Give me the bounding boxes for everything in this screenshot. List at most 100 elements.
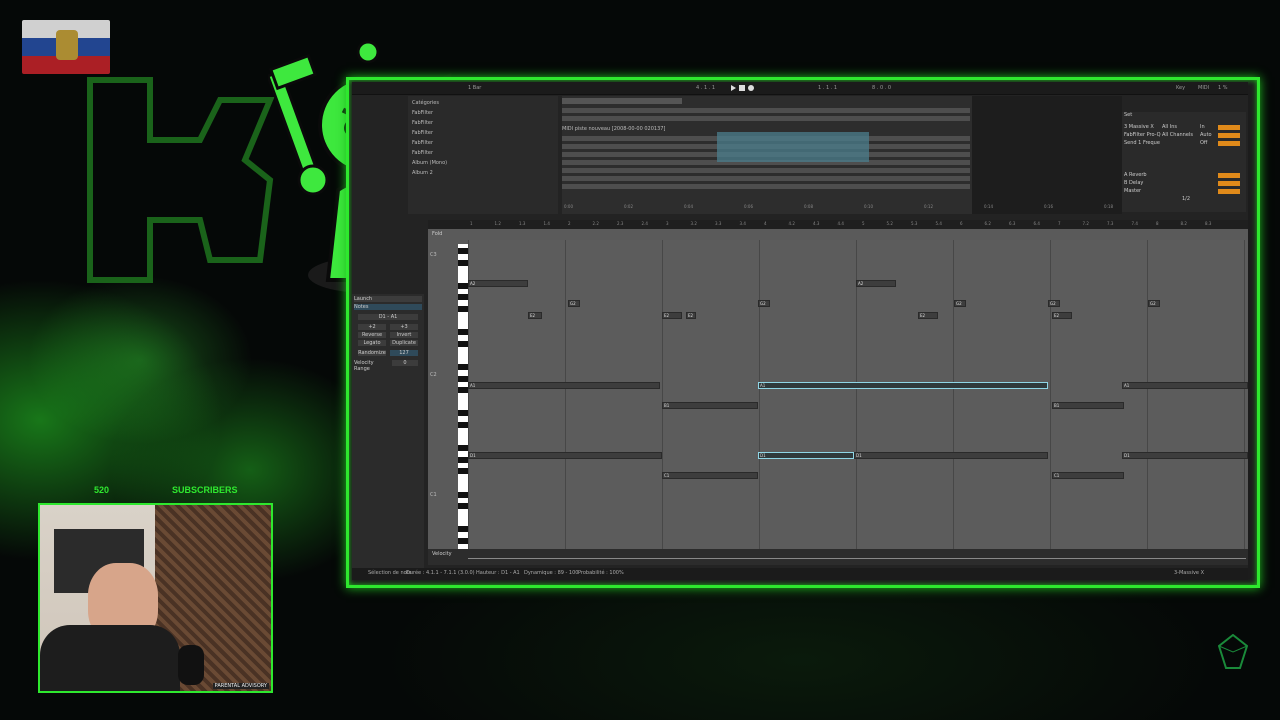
midi-note[interactable]: D1 (1122, 452, 1248, 459)
return-volume-box[interactable] (1218, 181, 1240, 186)
notes-section[interactable]: Notes (354, 304, 422, 310)
stop-icon[interactable] (739, 85, 745, 91)
midi-note[interactable]: A1 (468, 382, 660, 389)
midi-note[interactable]: G2 (758, 300, 770, 307)
duplicate-button[interactable]: Duplicate (390, 340, 418, 346)
transpose-down-button[interactable]: +3 (390, 324, 418, 330)
black-key[interactable] (458, 422, 468, 428)
clip-outside-region (972, 96, 1122, 214)
black-key[interactable] (458, 456, 468, 463)
black-key[interactable] (458, 306, 468, 312)
mixer-track-name[interactable]: FabFilter Pro-Q (1124, 132, 1161, 138)
mixer-track-name[interactable]: 3 Massive X (1124, 124, 1154, 130)
browser-item[interactable]: Album 2 (412, 170, 433, 176)
velocity-lane[interactable]: Velocity (428, 549, 1248, 565)
midi-note[interactable]: E2 (528, 312, 542, 319)
loop-length[interactable]: 8 . 0 . 0 (872, 84, 891, 92)
launch-section[interactable]: Launch (354, 296, 422, 302)
arrangement-position[interactable]: 4 . 1 . 1 (696, 84, 715, 92)
black-key[interactable] (458, 445, 468, 452)
piano-keyboard[interactable] (458, 244, 468, 550)
midi-note[interactable]: A2 (468, 280, 528, 287)
midi-note[interactable]: C1 (1052, 472, 1124, 479)
midi-note[interactable]: E2 (1052, 312, 1072, 319)
black-key[interactable] (458, 282, 468, 289)
midi-note[interactable]: G2 (1048, 300, 1060, 307)
browser-item[interactable]: FabFilter (412, 110, 433, 116)
quantize-setting[interactable]: 1 Bar (468, 84, 481, 92)
reverse-button[interactable]: Reverse (358, 332, 386, 338)
loop-start[interactable]: 1 . 1 . 1 (818, 84, 837, 92)
randomize-value[interactable]: 127 (390, 350, 418, 356)
black-key[interactable] (458, 364, 468, 370)
browser-item[interactable]: Catégories (412, 100, 439, 106)
mixer-monitor[interactable]: Off (1200, 140, 1207, 146)
ruler-mark: 1.4 (543, 221, 550, 226)
black-key[interactable] (458, 387, 468, 394)
browser-item[interactable]: Album (Mono) (412, 160, 447, 166)
legato-button[interactable]: Legato (358, 340, 386, 346)
mixer-volume-box[interactable] (1218, 125, 1240, 130)
velocity-range-value[interactable]: 0 (392, 360, 418, 366)
master-ratio[interactable]: 1/2 (1182, 196, 1190, 202)
mixer-monitor[interactable]: In (1200, 124, 1205, 130)
editor-ruler[interactable]: 1 1.2 1.3 1.4 2 2.2 2.3 2.4 3 3.2 3.3 3.4 4 4.2 4.3 4.4… (428, 220, 1248, 229)
browser-item[interactable]: FabFilter (412, 130, 433, 136)
play-icon[interactable] (731, 85, 736, 91)
midi-note[interactable]: A1 (1122, 382, 1248, 389)
midi-note[interactable]: A1 (758, 382, 1048, 389)
black-key[interactable] (458, 503, 468, 510)
emerald-logo-icon (1218, 634, 1248, 669)
mixer-return[interactable]: A Reverb (1124, 172, 1147, 178)
browser-item[interactable]: FabFilter (412, 140, 433, 146)
mixer-return[interactable]: B Delay (1124, 180, 1143, 186)
black-key[interactable] (458, 329, 468, 336)
midi-note[interactable]: E2 (918, 312, 938, 319)
note-grid[interactable]: A2 G2 E2 E2 E2 G2 A2 G2 G2 G2 E2 E2 A1 A1 B1 B1 A1 D1 D1 D1… (468, 240, 1248, 555)
key-map-button[interactable]: Key (1176, 84, 1185, 92)
mixer-monitor[interactable]: Auto (1200, 132, 1212, 138)
midi-note[interactable]: E2 (686, 312, 696, 319)
midi-note[interactable]: D1 (854, 452, 1048, 459)
black-key[interactable] (458, 294, 468, 301)
black-key[interactable] (458, 375, 468, 382)
black-key[interactable] (458, 340, 468, 347)
midi-note[interactable]: G2 (1148, 300, 1160, 307)
midi-note[interactable]: B1 (662, 402, 758, 409)
black-key[interactable] (458, 526, 468, 533)
clip-selection[interactable] (717, 132, 869, 162)
midi-note[interactable]: D1 (468, 452, 662, 459)
browser-item[interactable]: FabFilter (412, 120, 433, 126)
midi-note[interactable]: D1 (758, 452, 854, 459)
mixer-input[interactable]: All Ins (1162, 124, 1177, 130)
black-key[interactable] (458, 410, 468, 417)
midi-note[interactable]: A2 (856, 280, 896, 287)
midi-note[interactable]: C1 (662, 472, 758, 479)
mixer-channel[interactable]: All Channels (1162, 132, 1193, 138)
black-key[interactable] (458, 491, 468, 498)
midi-note[interactable]: G2 (568, 300, 580, 307)
black-key[interactable] (458, 248, 468, 254)
black-key[interactable] (458, 468, 468, 475)
black-key[interactable] (458, 259, 468, 266)
fold-button[interactable]: Fold (432, 231, 442, 237)
midi-note[interactable]: E2 (662, 312, 682, 319)
midi-note[interactable]: B1 (1052, 402, 1124, 409)
midi-note[interactable]: G2 (954, 300, 966, 307)
mixer-volume-box[interactable] (1218, 141, 1240, 146)
return-volume-box[interactable] (1218, 189, 1240, 194)
transpose-up-button[interactable]: +2 (358, 324, 386, 330)
midi-map-button[interactable]: MIDI (1198, 84, 1209, 92)
black-key[interactable] (458, 538, 468, 544)
browser-item[interactable]: FabFilter (412, 150, 433, 156)
record-icon[interactable] (748, 85, 754, 91)
randomize-button[interactable]: Randomize (358, 350, 386, 356)
bar-line (856, 240, 857, 555)
mixer-return[interactable]: Master (1124, 188, 1141, 194)
overview-scroll[interactable] (562, 98, 682, 104)
invert-button[interactable]: Invert (390, 332, 418, 338)
status-duration: Durée : 4.1.1 - 7.1.1 (3.0.0) (406, 570, 475, 576)
mixer-track-name[interactable]: Send 1 Freque (1124, 140, 1160, 146)
return-volume-box[interactable] (1218, 173, 1240, 178)
mixer-volume-box[interactable] (1218, 133, 1240, 138)
